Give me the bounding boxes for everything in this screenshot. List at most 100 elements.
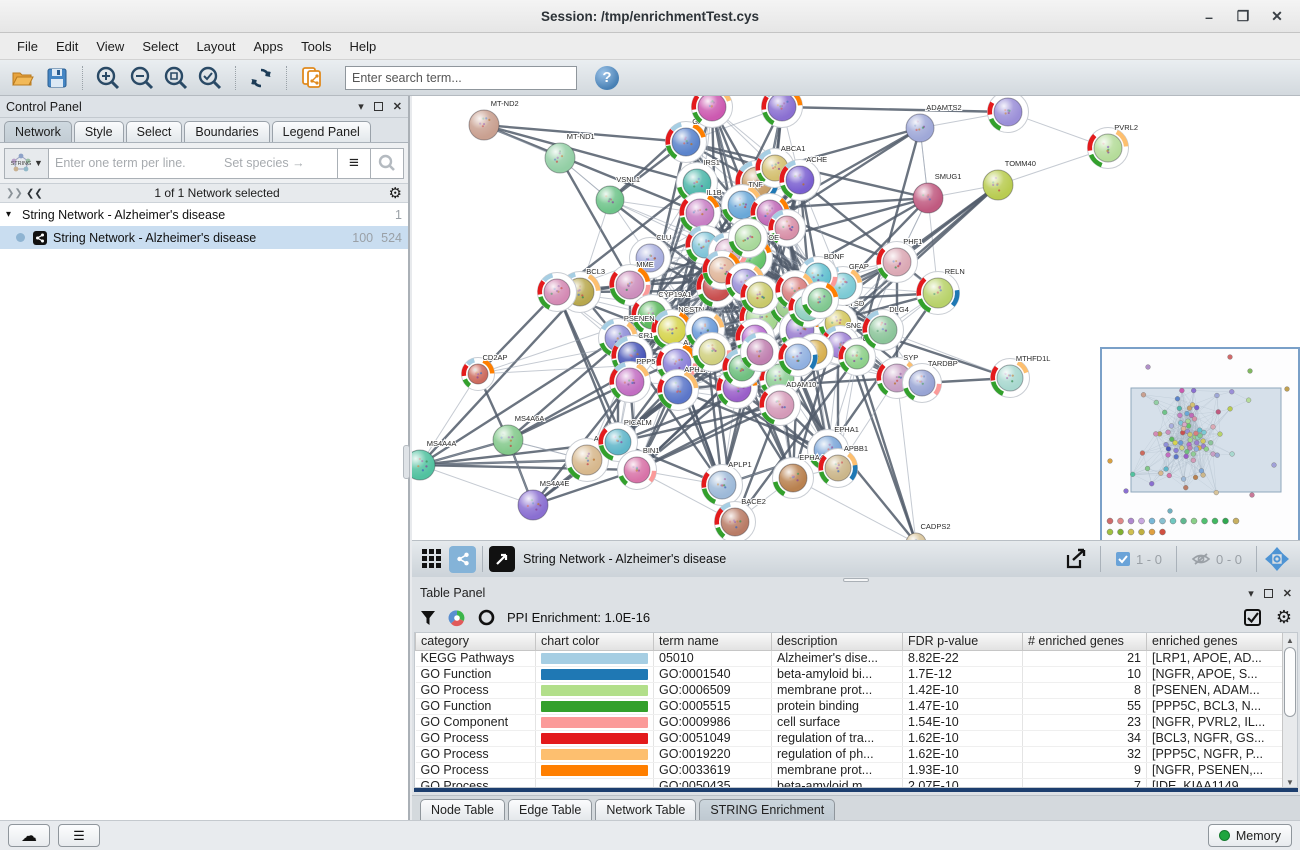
- export-network-icon[interactable]: [1063, 546, 1090, 573]
- tab-network[interactable]: Network: [4, 121, 72, 142]
- tab-boundaries[interactable]: Boundaries: [184, 121, 269, 142]
- cell-category[interactable]: GO Process: [416, 778, 536, 788]
- enrichment-row[interactable]: GO ComponentGO:0009986cell surface1.54E-…: [416, 714, 1289, 730]
- column-header--enriched-genes[interactable]: # enriched genes: [1023, 633, 1147, 650]
- node-MS4A4A[interactable]: MS4A4A: [412, 439, 456, 480]
- panel-collapse-icon[interactable]: ▾: [1248, 587, 1254, 600]
- panel-close-icon[interactable]: ✕: [1283, 587, 1292, 600]
- cell-description[interactable]: membrane prot...: [772, 762, 903, 778]
- cell-category[interactable]: GO Process: [416, 746, 536, 762]
- cell-genes[interactable]: [NGFR, APOE, S...: [1147, 666, 1289, 682]
- menu-select[interactable]: Select: [133, 35, 187, 58]
- node-RELN[interactable]: RELN: [917, 267, 965, 315]
- cell-fdr[interactable]: 1.93E-10: [903, 762, 1023, 778]
- cell-genes[interactable]: [NGFR, PVRL2, IL...: [1147, 714, 1289, 730]
- cell-category[interactable]: GO Function: [416, 698, 536, 714]
- cell-term-name[interactable]: GO:0033619: [654, 762, 772, 778]
- cell-fdr[interactable]: 1.42E-10: [903, 682, 1023, 698]
- cell-fdr[interactable]: 2.07E-10: [903, 778, 1023, 788]
- cell-gene-count[interactable]: 55: [1023, 698, 1147, 714]
- node-SMUG1[interactable]: SMUG1: [913, 172, 961, 213]
- tab-legend-panel[interactable]: Legend Panel: [272, 121, 371, 142]
- cell-chart-color[interactable]: [536, 666, 654, 682]
- zoom-selected-icon[interactable]: [195, 64, 225, 92]
- enrichment-row[interactable]: GO FunctionGO:0005515protein binding1.47…: [416, 698, 1289, 714]
- cell-gene-count[interactable]: 10: [1023, 666, 1147, 682]
- enrichment-row[interactable]: GO ProcessGO:0006509membrane prot...1.42…: [416, 682, 1289, 698]
- task-history-button[interactable]: ☰: [58, 824, 100, 847]
- help-icon[interactable]: ?: [595, 66, 619, 90]
- tab-edge-table[interactable]: Edge Table: [508, 799, 592, 820]
- panel-collapse-icon[interactable]: ▾: [358, 100, 364, 113]
- cell-gene-count[interactable]: 8: [1023, 682, 1147, 698]
- cell-description[interactable]: regulation of tra...: [772, 730, 903, 746]
- cell-genes[interactable]: [BCL3, NGFR, GS...: [1147, 730, 1289, 746]
- column-header-description[interactable]: description: [772, 633, 903, 650]
- cell-genes[interactable]: [PPP5C, BCL3, N...: [1147, 698, 1289, 714]
- save-session-icon[interactable]: [42, 64, 72, 92]
- cell-chart-color[interactable]: [536, 682, 654, 698]
- scroll-up-icon[interactable]: ▲: [1283, 633, 1297, 647]
- string-options-icon[interactable]: ≡: [338, 148, 371, 179]
- network-collection-row[interactable]: ▾ String Network - Alzheimer's disease 1: [0, 203, 408, 226]
- node[interactable]: [779, 338, 818, 377]
- cell-chart-color[interactable]: [536, 730, 654, 746]
- menu-view[interactable]: View: [87, 35, 133, 58]
- cell-genes[interactable]: [NGFR, PSENEN,...: [1147, 762, 1289, 778]
- enrichment-row[interactable]: KEGG Pathways05010Alzheimer's dise...8.8…: [416, 650, 1289, 666]
- node[interactable]: [741, 333, 780, 372]
- enrichment-row[interactable]: GO ProcessGO:0051049regulation of tra...…: [416, 730, 1289, 746]
- search-input[interactable]: [345, 66, 577, 90]
- cell-term-name[interactable]: GO:0009986: [654, 714, 772, 730]
- cell-gene-count[interactable]: 7: [1023, 778, 1147, 788]
- maximize-button[interactable]: ❐: [1226, 4, 1260, 30]
- minimize-button[interactable]: –: [1192, 4, 1226, 30]
- tab-string-enrichment[interactable]: STRING Enrichment: [699, 799, 835, 820]
- open-file-icon[interactable]: [8, 64, 38, 92]
- node[interactable]: [988, 96, 1029, 133]
- zoom-in-icon[interactable]: [93, 64, 123, 92]
- cell-fdr[interactable]: 1.62E-10: [903, 746, 1023, 762]
- enrichment-row[interactable]: GO FunctionGO:0001540beta-amyloid bi...1…: [416, 666, 1289, 682]
- panel-splitter-handle[interactable]: [403, 445, 410, 479]
- cell-fdr[interactable]: 1.7E-12: [903, 666, 1023, 682]
- menu-edit[interactable]: Edit: [47, 35, 87, 58]
- cell-chart-color[interactable]: [536, 778, 654, 788]
- cell-chart-color[interactable]: [536, 762, 654, 778]
- cell-gene-count[interactable]: 34: [1023, 730, 1147, 746]
- string-search-icon[interactable]: [371, 148, 404, 179]
- column-header-term-name[interactable]: term name: [654, 633, 772, 650]
- scroll-down-icon[interactable]: ▼: [1283, 775, 1297, 788]
- column-header-fdr-p-value[interactable]: FDR p-value: [903, 633, 1023, 650]
- node-PVRL2[interactable]: PVRL2: [1088, 123, 1139, 169]
- menu-help[interactable]: Help: [341, 35, 386, 58]
- cell-gene-count[interactable]: 32: [1023, 746, 1147, 762]
- column-header-enriched-genes[interactable]: enriched genes: [1147, 633, 1289, 650]
- node[interactable]: [741, 276, 780, 315]
- expand-all-icon[interactable]: ❯❯: [26, 188, 43, 199]
- memory-button[interactable]: Memory: [1208, 824, 1292, 847]
- column-header-chart-color[interactable]: chart color: [536, 633, 654, 650]
- cell-genes[interactable]: [PSENEN, ADAM...: [1147, 682, 1289, 698]
- cell-term-name[interactable]: GO:0006509: [654, 682, 772, 698]
- cell-term-name[interactable]: GO:0051049: [654, 730, 772, 746]
- enrichment-row[interactable]: GO ProcessGO:0033619membrane prot...1.93…: [416, 762, 1289, 778]
- close-button[interactable]: ✕: [1260, 4, 1294, 30]
- cell-term-name[interactable]: GO:0005515: [654, 698, 772, 714]
- cloud-tasks-button[interactable]: ☁: [8, 824, 50, 847]
- menu-tools[interactable]: Tools: [292, 35, 340, 58]
- collapse-all-icon[interactable]: ❯❯: [6, 188, 23, 199]
- node-MS4A6A[interactable]: MS4A6A: [493, 414, 544, 455]
- birdseye-viewport[interactable]: [1131, 388, 1281, 492]
- refresh-icon[interactable]: [246, 64, 276, 92]
- cell-fdr[interactable]: 8.82E-22: [903, 650, 1023, 666]
- node-VSNL1[interactable]: VSNL1: [596, 175, 640, 214]
- annotation-mode-icon[interactable]: [489, 546, 515, 572]
- menu-apps[interactable]: Apps: [245, 35, 293, 58]
- cell-gene-count[interactable]: 9: [1023, 762, 1147, 778]
- cell-description[interactable]: beta-amyloid bi...: [772, 666, 903, 682]
- grid-view-icon[interactable]: [418, 546, 445, 573]
- cell-description[interactable]: protein binding: [772, 698, 903, 714]
- copy-network-icon[interactable]: [297, 64, 327, 92]
- menu-file[interactable]: File: [8, 35, 47, 58]
